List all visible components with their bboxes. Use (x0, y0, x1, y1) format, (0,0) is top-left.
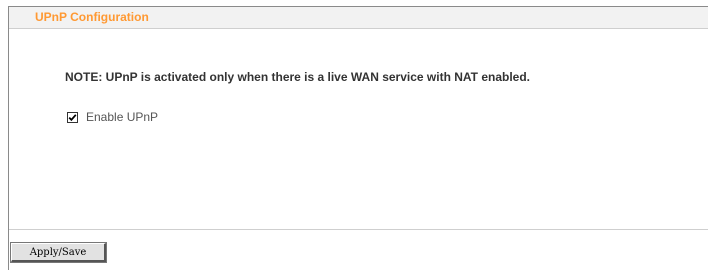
enable-upnp-label: Enable UPnP (86, 110, 159, 124)
section-title: UPnP Configuration (35, 10, 149, 24)
footer-divider (9, 229, 708, 230)
upnp-note-text: NOTE: UPnP is activated only when there … (65, 70, 531, 84)
enable-upnp-row[interactable]: Enable UPnP (67, 110, 158, 124)
section-header: UPnP Configuration (9, 7, 708, 29)
apply-save-button[interactable]: Apply/Save (10, 242, 107, 263)
checkmark-icon (68, 113, 77, 121)
upnp-config-panel: UPnP Configuration NOTE: UPnP is activat… (8, 6, 708, 270)
enable-upnp-checkbox[interactable] (67, 111, 78, 123)
